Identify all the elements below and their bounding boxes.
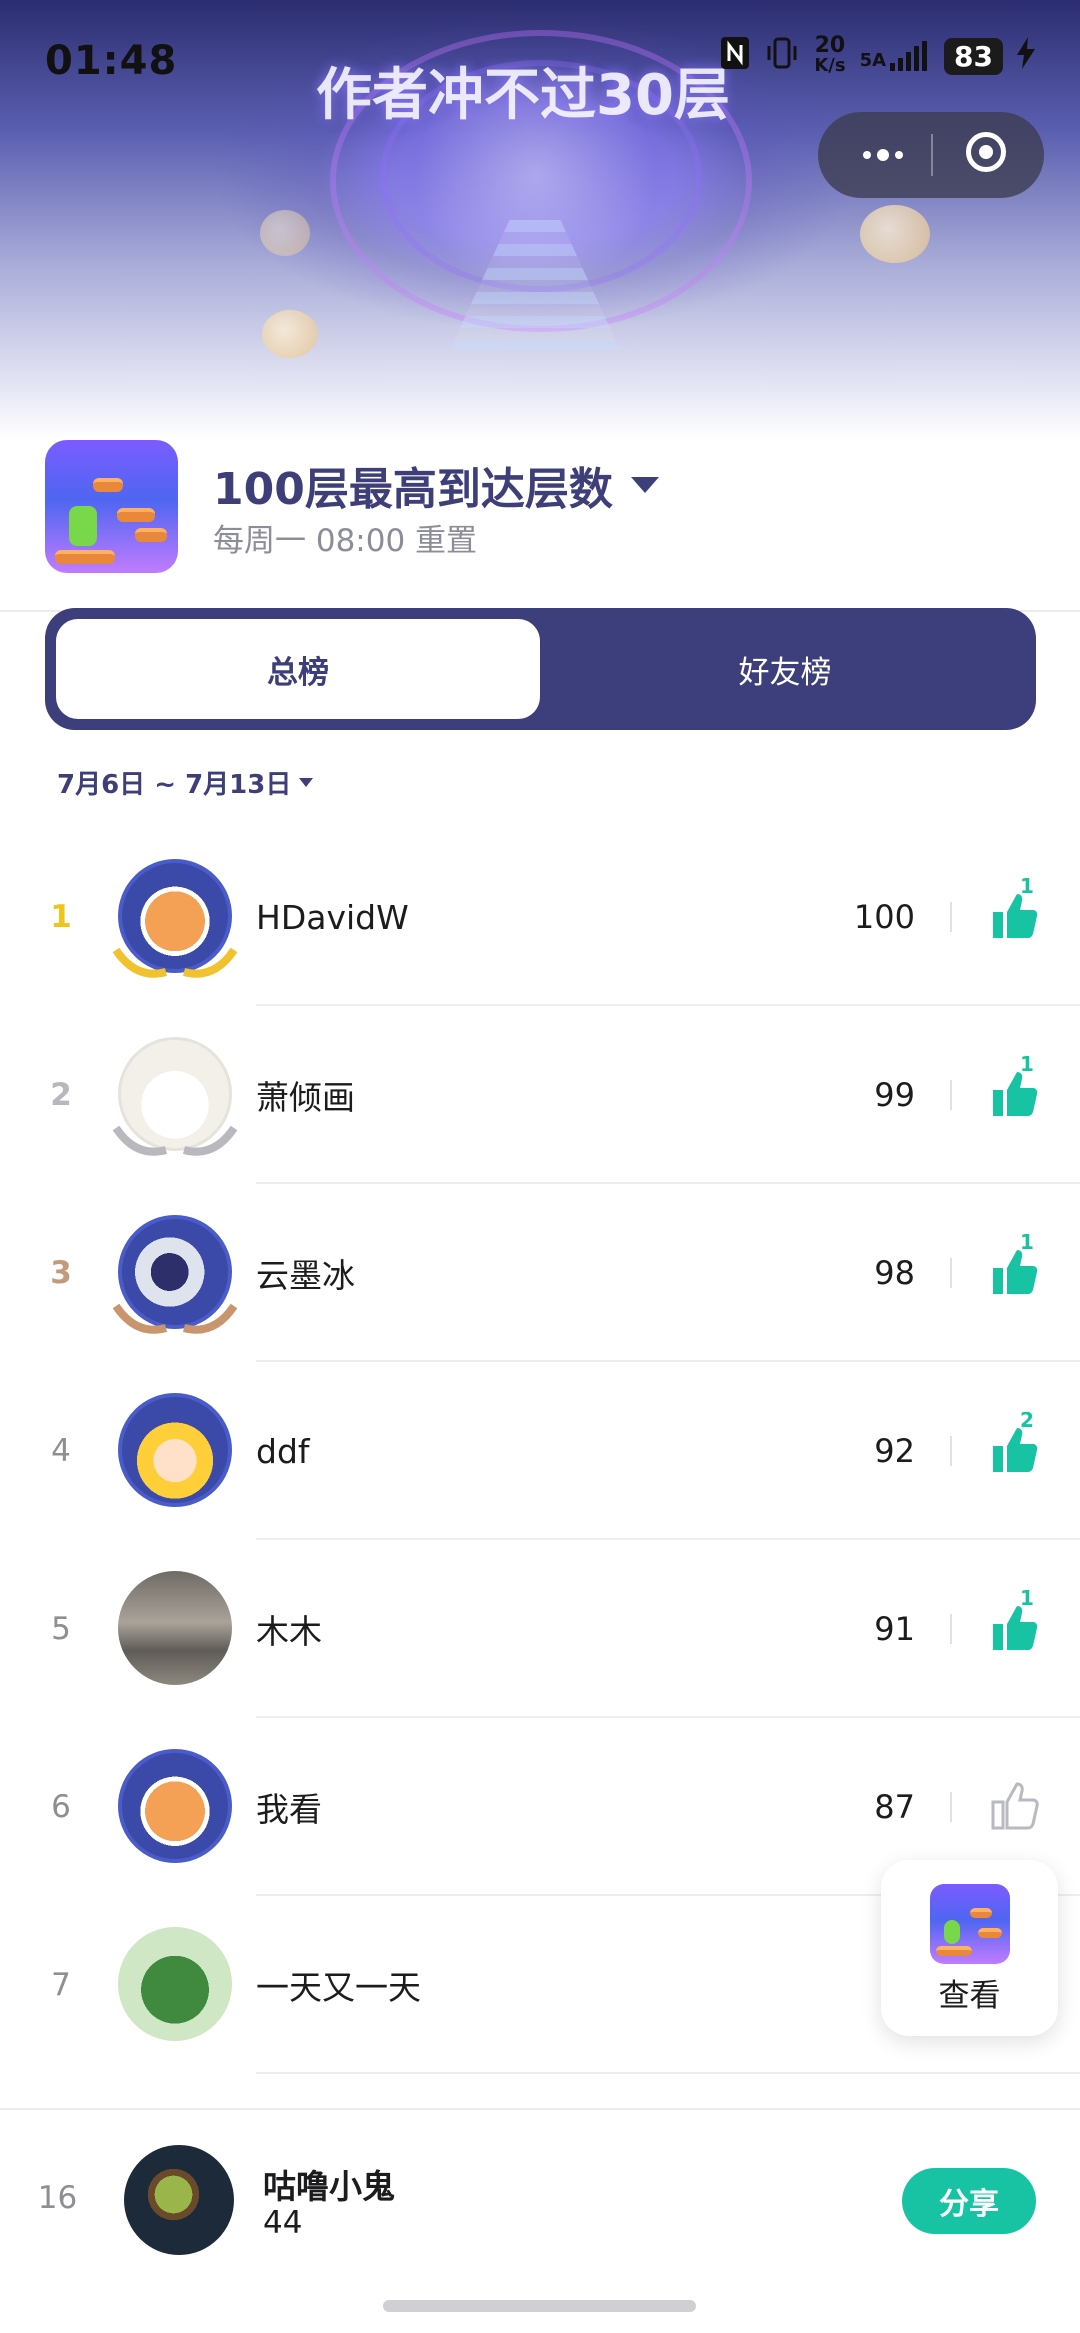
platform-graphic (93, 478, 123, 492)
rank-number: 2 (50, 1077, 72, 1113)
player-name: 一天又一天 (256, 1968, 421, 2007)
player-score: 100 (853, 898, 915, 936)
coin-graphic (860, 205, 930, 263)
tab-friends[interactable]: 好友榜 (545, 619, 1025, 719)
game-icon (930, 1884, 1010, 1964)
view-label: 查看 (938, 1978, 1001, 2014)
rank-number: 5 (51, 1611, 71, 1647)
rank-number: 3 (50, 1255, 72, 1291)
date-range-text: 7月6日 ~ 7月13日 (57, 770, 292, 800)
gold-laurel-icon (112, 947, 238, 978)
net-speed: 20 K/s (814, 33, 846, 76)
player-score: 91 (874, 1610, 915, 1648)
avatar[interactable] (118, 1927, 232, 2041)
thumbs-up-icon[interactable] (985, 1420, 1045, 1480)
rank-number: 4 (51, 1433, 71, 1469)
caret-down-icon (299, 778, 314, 787)
target-circle-icon[interactable] (966, 132, 1006, 172)
tab-overall[interactable]: 总榜 (56, 619, 540, 719)
signal-icon: 5A (860, 41, 930, 71)
player-score: 98 (874, 1254, 915, 1292)
player-name: 木木 (256, 1612, 322, 1651)
platform-graphic (970, 1908, 992, 1918)
net-speed-unit: K/s (814, 55, 846, 76)
leaderboard-row[interactable]: 1 HDavidW 100 1 (0, 828, 1080, 1006)
divider (950, 902, 952, 932)
my-rank-number: 16 (37, 2180, 78, 2216)
caret-down-icon (630, 477, 659, 493)
leaderboard-row[interactable]: 5 木木 91 1 (0, 1540, 1080, 1718)
thumbs-up-icon[interactable] (985, 1242, 1045, 1302)
player-name: ddf (256, 1431, 310, 1471)
game-icon (45, 440, 178, 573)
view-game-card[interactable]: 查看 (881, 1860, 1058, 2036)
thumbs-up-icon[interactable] (985, 1598, 1045, 1658)
home-indicator[interactable] (383, 2300, 696, 2312)
player-score: 92 (874, 1432, 915, 1470)
leaderboard-title[interactable]: 100层最高到达层数 (213, 453, 659, 517)
battery-level: 83 (944, 37, 1003, 75)
charging-icon (1017, 37, 1035, 75)
more-dots-icon[interactable] (848, 112, 918, 198)
player-name: HDavidW (256, 897, 409, 937)
share-button[interactable]: 分享 (902, 2168, 1036, 2234)
my-score: 44 (263, 2205, 303, 2241)
divider (950, 1080, 952, 1110)
platform-graphic (978, 1928, 1002, 1938)
silver-laurel-icon (112, 1125, 238, 1156)
rank-number: 1 (50, 899, 72, 935)
date-range-selector[interactable]: 7月6日 ~ 7月13日 (57, 764, 314, 801)
status-bar: 01:48 20 K/s 5A 83 (45, 30, 1035, 90)
bronze-laurel-icon (112, 1303, 238, 1334)
avatar[interactable] (118, 1749, 232, 1863)
platform-graphic (936, 1946, 972, 1956)
leaderboard-tabs: 总榜 好友榜 (45, 608, 1036, 730)
divider (950, 1792, 952, 1822)
mini-program-capsule (818, 112, 1044, 198)
nfc-icon (720, 36, 750, 76)
player-name: 云墨冰 (256, 1256, 355, 1295)
leaderboard-row[interactable]: 4 ddf 92 2 (0, 1362, 1080, 1540)
like-count: 1 (1020, 1052, 1034, 1076)
robot-graphic (69, 506, 97, 546)
divider (950, 1436, 952, 1466)
platform-graphic (55, 550, 115, 564)
platform-graphic (117, 508, 155, 522)
rank-number: 6 (51, 1789, 71, 1825)
divider (950, 1614, 952, 1644)
robot-graphic (944, 1920, 960, 1944)
leaderboard-row[interactable]: 3 云墨冰 98 1 (0, 1184, 1080, 1362)
net-speed-value: 20 (814, 33, 846, 58)
coin-graphic (260, 210, 310, 256)
signal-label: 5A (859, 50, 887, 71)
leaderboard-row[interactable]: 2 萧倾画 99 1 (0, 1006, 1080, 1184)
thumbs-up-outline-icon[interactable] (985, 1776, 1045, 1836)
status-icons: 20 K/s 5A 83 (720, 33, 1035, 76)
avatar[interactable] (118, 1571, 232, 1685)
divider (950, 1258, 952, 1288)
like-count: 1 (1020, 874, 1034, 898)
row-divider (256, 2072, 1080, 2074)
like-count: 2 (1020, 1408, 1034, 1432)
player-score: 99 (874, 1076, 915, 1114)
capsule-divider (931, 134, 933, 176)
avatar[interactable] (118, 1393, 232, 1507)
my-name: 咕噜小鬼 (263, 2167, 395, 2206)
leaderboard-title-text: 100层最高到达层数 (213, 464, 613, 515)
vibrate-icon (764, 36, 800, 76)
rank-number: 7 (51, 1967, 71, 2003)
player-name: 萧倾画 (256, 1078, 355, 1117)
coin-graphic (262, 310, 318, 358)
thumbs-up-icon[interactable] (985, 1064, 1045, 1124)
like-count: 1 (1020, 1586, 1034, 1610)
platform-graphic (135, 528, 167, 542)
reset-schedule: 每周一 08:00 重置 (213, 523, 478, 559)
my-avatar[interactable] (124, 2145, 234, 2255)
status-time: 01:48 (45, 38, 178, 84)
thumbs-up-icon[interactable] (985, 886, 1045, 946)
player-name: 我看 (256, 1790, 322, 1829)
like-count: 1 (1020, 1230, 1034, 1254)
